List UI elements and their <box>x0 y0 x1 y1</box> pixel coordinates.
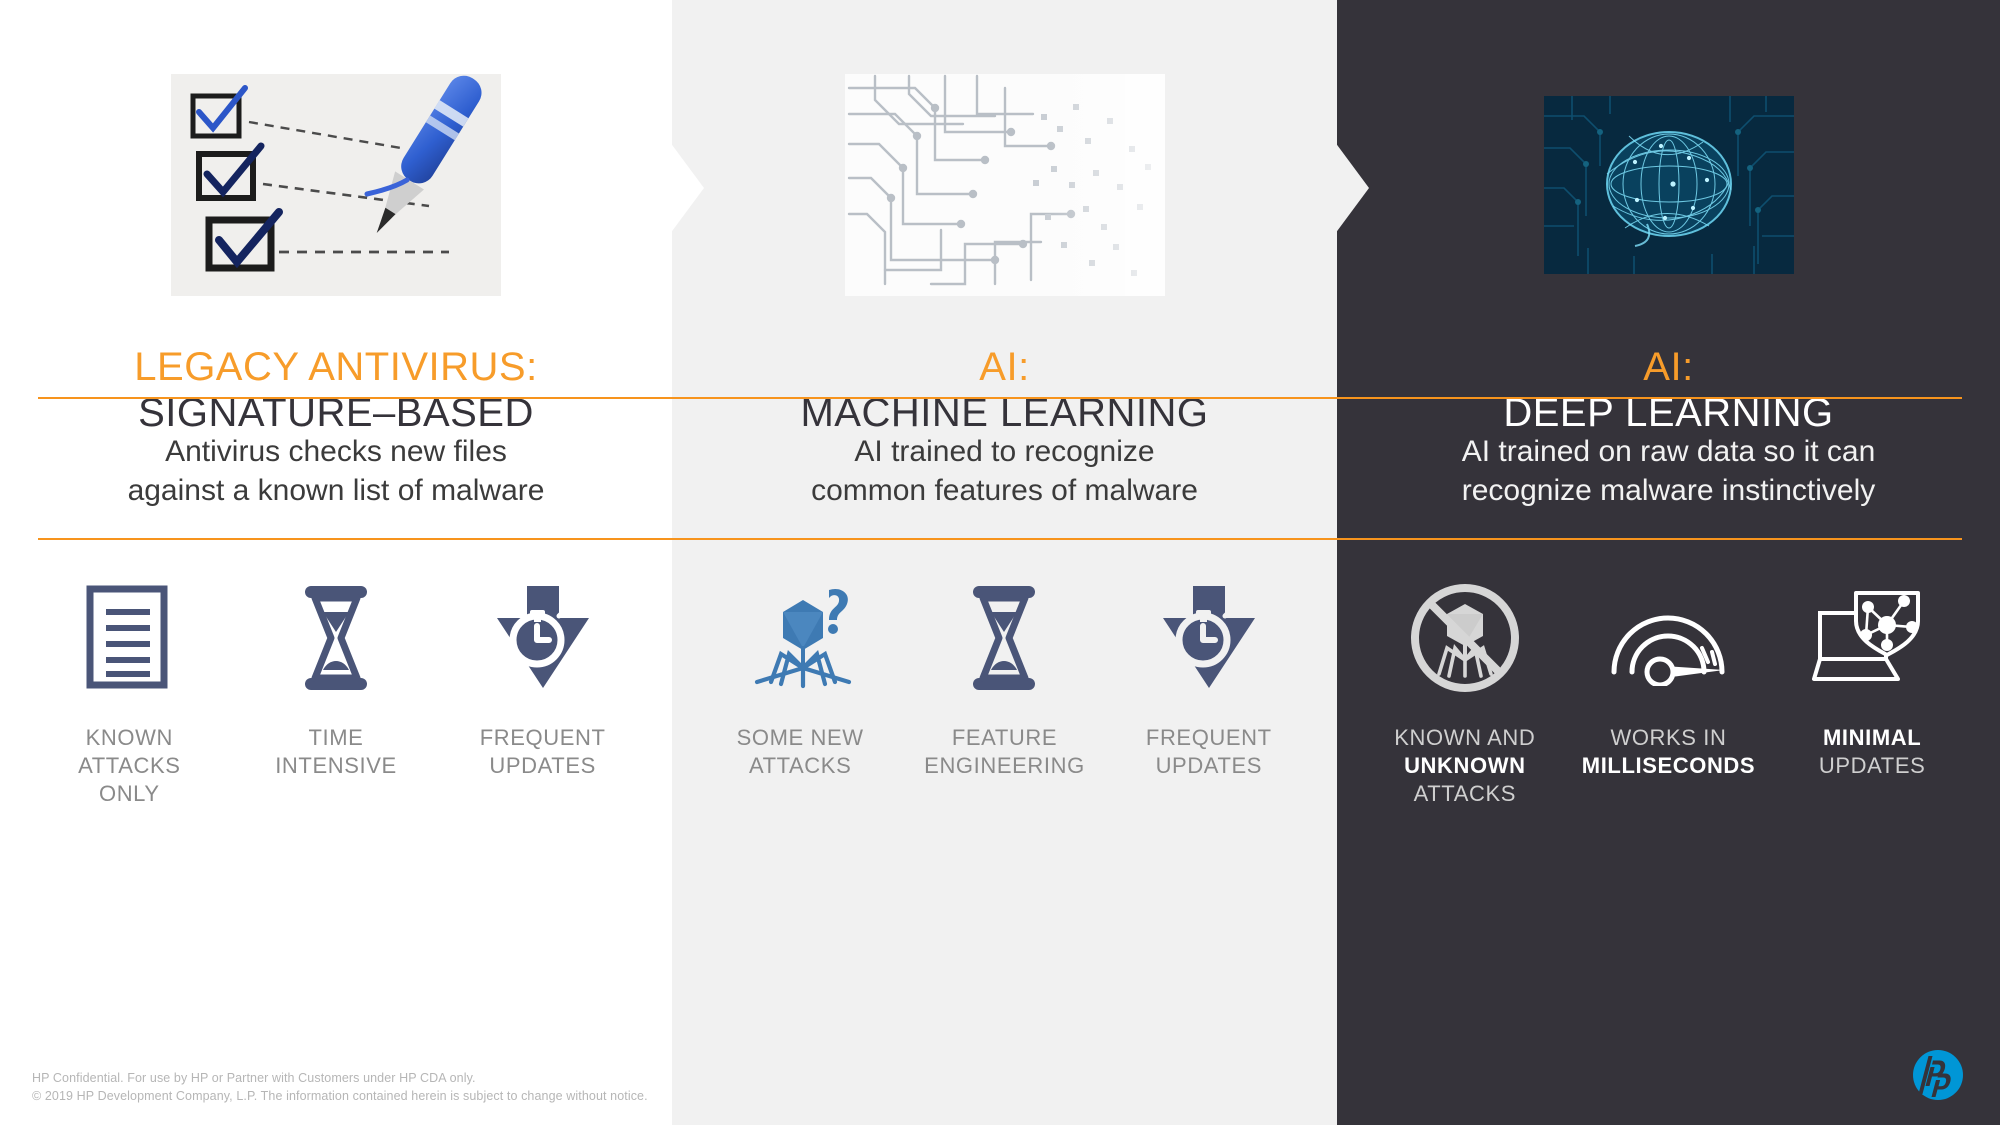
label-line-emphasis: UNKNOWN <box>1404 753 1526 779</box>
footer-legal: HP Confidential. For use by HP or Partne… <box>32 1069 648 1105</box>
hp-logo <box>1910 1047 1966 1103</box>
description-line: against a known list of malware <box>127 474 545 507</box>
label-line: UPDATES <box>1818 753 1926 779</box>
footer-line-copyright: © 2019 HP Development Company, L.P. The … <box>32 1088 648 1103</box>
feature-time-intensive: TIME INTENSIVE <box>248 578 424 780</box>
feature-known-and-unknown-attacks: KNOWN AND UNKNOWN ATTACKS <box>1377 578 1553 808</box>
chevron-right-icon-2 <box>1329 128 1373 248</box>
feature-label: KNOWN AND UNKNOWN ATTACKS <box>1394 724 1535 808</box>
label-line-emphasis: MINIMAL <box>1822 725 1922 750</box>
hero-image-machine-learning <box>672 74 1337 296</box>
divider-rule-top <box>38 397 1962 399</box>
feature-label: FEATURE ENGINEERING <box>924 724 1085 780</box>
label-line: UPDATES <box>1155 753 1263 779</box>
feature-works-in-milliseconds: WORKS IN MILLISECONDS <box>1580 578 1756 780</box>
laptop-shield-icon <box>1812 578 1932 698</box>
column-machine-learning: AI: MACHINE LEARNING AI trained to recog… <box>672 0 1337 1125</box>
brain-photo-frame <box>1543 96 1794 274</box>
feature-row-deep-learning: KNOWN AND UNKNOWN ATTACKS WORKS IN MILLI… <box>1337 578 2000 808</box>
label-line: ENGINEERING <box>924 753 1085 779</box>
label-line: ONLY <box>98 781 160 807</box>
virus-question-icon <box>745 578 855 698</box>
feature-label: SOME NEW ATTACKS <box>737 724 864 780</box>
label-line-emphasis: MILLISECONDS <box>1581 753 1756 779</box>
description-line: Antivirus checks new files <box>165 435 507 468</box>
label-line: FEATURE <box>951 725 1058 750</box>
title-legacy-antivirus: LEGACY ANTIVIRUS: SIGNATURE–BASED <box>0 345 672 436</box>
label-line: ATTACKS <box>1413 781 1517 807</box>
label-line: ATTACKS <box>78 753 181 779</box>
feature-frequent-updates: FREQUENT UPDATES <box>455 578 631 780</box>
description-legacy: Antivirus checks new files against a kno… <box>0 432 672 510</box>
title-machine-learning: AI: MACHINE LEARNING <box>672 345 1337 436</box>
label-line: FREQUENT <box>1145 725 1272 750</box>
description-deep-learning: AI trained on raw data so it can recogni… <box>1337 432 2000 510</box>
column-deep-learning: AI: DEEP LEARNING AI trained on raw data… <box>1337 0 2000 1125</box>
chevron-right-icon-1 <box>664 128 708 248</box>
label-line: TIME <box>308 725 364 750</box>
feature-row-machine-learning: SOME NEW ATTACKS FEATURE ENGINEERING FRE… <box>672 578 1337 780</box>
feature-row-legacy: KNOWN ATTACKS ONLY TIME INTENSIVE FREQUE… <box>0 578 672 808</box>
title-accent-line: AI: <box>979 345 1030 389</box>
document-lines-icon <box>86 578 172 698</box>
feature-minimal-updates: MINIMAL UPDATES <box>1784 578 1960 780</box>
feature-frequent-updates-ml: FREQUENT UPDATES <box>1121 578 1297 780</box>
feature-feature-engineering: FEATURE ENGINEERING <box>916 578 1092 780</box>
description-line: AI trained on raw data so it can <box>1461 435 1876 468</box>
checklist-photo-frame <box>171 74 501 296</box>
title-accent-line: LEGACY ANTIVIRUS: <box>134 345 538 389</box>
label-line: WORKS IN <box>1610 725 1727 750</box>
feature-label: TIME INTENSIVE <box>275 724 397 780</box>
title-deep-learning: AI: DEEP LEARNING <box>1337 345 2000 436</box>
feature-label: KNOWN ATTACKS ONLY <box>78 724 180 808</box>
label-line: UPDATES <box>489 753 596 779</box>
download-timer-icon <box>1159 578 1259 698</box>
description-line: common features of malware <box>811 474 1198 507</box>
column-legacy-antivirus: LEGACY ANTIVIRUS: SIGNATURE–BASED Antivi… <box>0 0 672 1125</box>
no-virus-icon <box>1407 578 1523 698</box>
description-machine-learning: AI trained to recognize common features … <box>672 432 1337 510</box>
feature-label: WORKS IN MILLISECONDS <box>1582 724 1755 780</box>
feature-some-new-attacks: SOME NEW ATTACKS <box>712 578 888 780</box>
circuit-photo-frame <box>844 74 1165 296</box>
label-line: ATTACKS <box>748 753 852 779</box>
feature-known-attacks-only: KNOWN ATTACKS ONLY <box>41 578 217 808</box>
label-line: FREQUENT <box>479 725 606 750</box>
hourglass-icon <box>961 578 1047 698</box>
label-line: KNOWN <box>85 725 173 750</box>
checklist-photo <box>171 74 501 296</box>
brain-circuit-photo <box>1543 96 1794 274</box>
label-line: INTENSIVE <box>275 753 397 779</box>
feature-label: MINIMAL UPDATES <box>1819 724 1925 780</box>
hero-image-deep-learning <box>1337 74 2000 274</box>
description-line: recognize malware instinctively <box>1461 474 1876 507</box>
speedometer-icon <box>1606 578 1730 698</box>
footer-line-confidential: HP Confidential. For use by HP or Partne… <box>32 1070 476 1085</box>
circuit-board-photo <box>844 74 1165 296</box>
divider-rule-bottom <box>38 538 1962 540</box>
title-accent-line: AI: <box>1643 345 1694 389</box>
label-line: SOME NEW <box>736 725 864 750</box>
download-timer-icon <box>493 578 593 698</box>
feature-label: FREQUENT UPDATES <box>480 724 606 780</box>
label-line: KNOWN AND <box>1394 725 1536 750</box>
hero-image-legacy <box>0 74 672 296</box>
feature-label: FREQUENT UPDATES <box>1146 724 1272 780</box>
description-line: AI trained to recognize <box>854 435 1155 468</box>
hourglass-icon <box>293 578 379 698</box>
